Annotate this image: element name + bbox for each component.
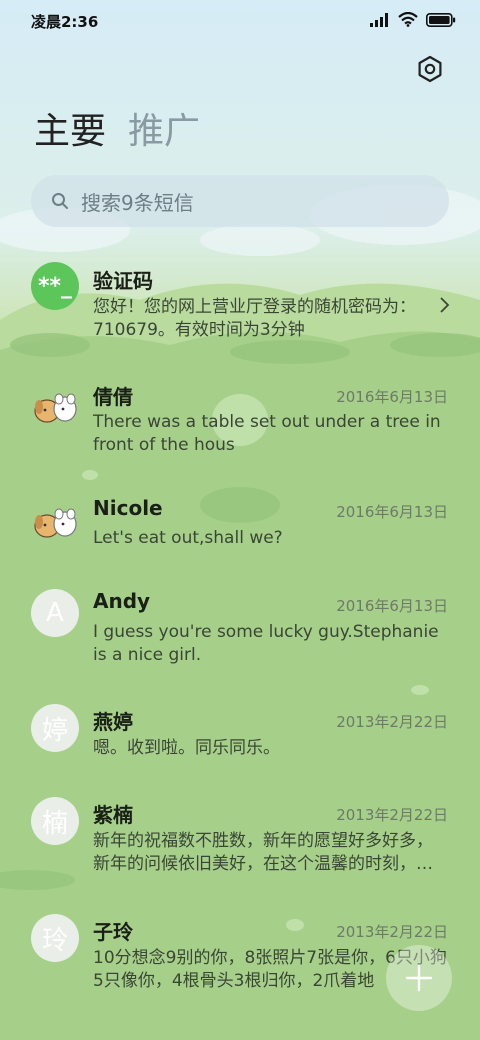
message-preview: 嗯。收到啦。同乐同乐。 [93, 738, 280, 758]
contact-name: 紫楠 [93, 803, 133, 827]
conversation-yanting[interactable]: 婷 燕婷 2013年2月22日 嗯。收到啦。同乐同乐。 [0, 702, 480, 782]
conversation-nicole[interactable]: Nicole 2016年6月13日 Let's eat out,shall we… [0, 490, 480, 570]
avatar: A [31, 589, 79, 637]
search-icon [52, 193, 68, 209]
status-bar: 凌晨2:36 [0, 0, 480, 42]
message-date: 2013年2月22日 [336, 806, 448, 824]
conversation-qianqian[interactable]: 倩倩 2016年6月13日 There was a table set out … [0, 375, 480, 475]
chevron-right-icon [440, 297, 450, 313]
avatar: **_ [31, 262, 79, 310]
new-message-button[interactable] [386, 945, 452, 1011]
search-bar[interactable]: 搜索9条短信 [31, 175, 449, 227]
avatar-text: 婷 [41, 715, 68, 746]
contact-name: 验证码 [93, 269, 153, 293]
message-date: 2013年2月22日 [336, 923, 448, 941]
message-preview: I guess you're some lucky guy.Stephanie … [93, 622, 439, 665]
status-icons [370, 12, 456, 27]
plus-icon [405, 964, 433, 992]
wifi-icon [398, 12, 418, 27]
contact-name: 倩倩 [93, 385, 133, 409]
avatar-text: **_ [37, 273, 72, 299]
message-date: 2016年6月13日 [336, 388, 448, 406]
tab-main[interactable]: 主要 [34, 110, 106, 154]
contact-name: Andy [93, 589, 151, 613]
avatar: 婷 [31, 704, 79, 752]
tab-promotions[interactable]: 推广 [128, 110, 200, 154]
message-date: 2016年6月13日 [336, 503, 448, 521]
avatar-text: A [46, 598, 64, 628]
avatar: 楠 [31, 797, 79, 845]
conversation-verification[interactable]: **_ 验证码 您好！您的网上营业厅登录的随机密码为：710679。有效时间为3… [0, 250, 480, 350]
message-preview: Let's eat out,shall we? [93, 528, 283, 548]
message-preview: There was a table set out under a tree i… [93, 412, 441, 455]
avatar: 玲 [31, 914, 79, 962]
message-date: 2013年2月22日 [336, 713, 448, 731]
search-input[interactable]: 搜索9条短信 [81, 187, 194, 216]
avatar-text: 玲 [41, 925, 68, 956]
contact-name: 燕婷 [93, 710, 133, 734]
message-preview: 新年的祝福数不胜数，新年的愿望好多好多，新年的问候依旧美好，在这个温馨的时刻，… [93, 831, 433, 874]
status-time: 凌晨2:36 [31, 13, 99, 31]
signal-icon [370, 12, 388, 27]
battery-icon [426, 12, 456, 27]
avatar-text: 楠 [41, 808, 68, 839]
conversation-zinan[interactable]: 楠 紫楠 2013年2月22日 新年的祝福数不胜数，新年的愿望好多好多，新年的问… [0, 795, 480, 895]
pet-avatar-icon [31, 385, 79, 433]
conversation-andy[interactable]: A Andy 2016年6月13日 I guess you're some lu… [0, 585, 480, 685]
message-date: 2016年6月13日 [336, 597, 448, 615]
tab-bar: 主要 推广 [34, 110, 200, 154]
gear-icon[interactable] [416, 55, 444, 83]
contact-name: Nicole [93, 496, 163, 520]
pet-avatar-icon [31, 500, 79, 548]
message-preview: 您好！您的网上营业厅登录的随机密码为：710679。有效时间为3分钟 [93, 297, 416, 340]
contact-name: 子玲 [93, 920, 133, 944]
